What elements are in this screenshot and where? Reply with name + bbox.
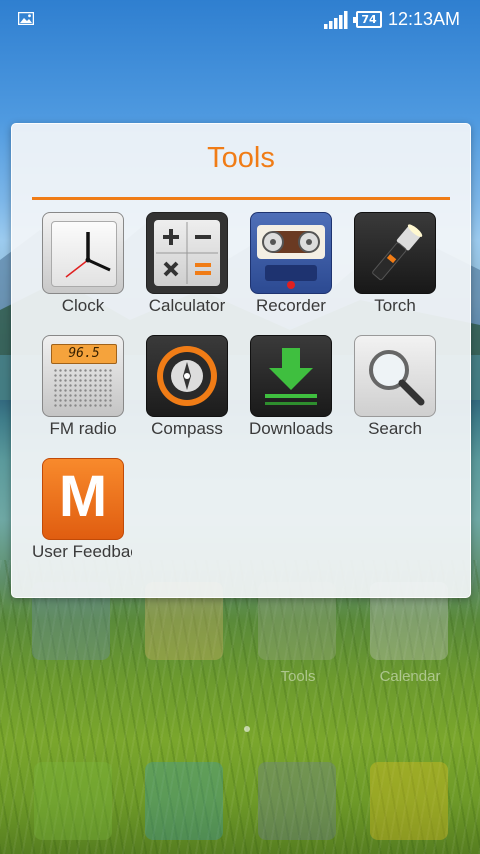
page-indicator-dot xyxy=(244,726,250,732)
fm-frequency-display: 96.5 xyxy=(51,344,117,364)
app-compass[interactable]: Compass xyxy=(135,335,239,450)
gallery-notification-icon xyxy=(18,12,34,25)
feedback-m-glyph: M xyxy=(58,464,108,529)
status-time: 12:13AM xyxy=(388,9,461,29)
app-label: Search xyxy=(368,419,422,438)
app-search[interactable]: Search xyxy=(343,335,447,450)
app-label: Torch xyxy=(374,296,416,315)
search-icon xyxy=(354,335,436,417)
ghost-phone-icon xyxy=(34,762,112,840)
ghost-calendar-label: Calendar xyxy=(379,668,441,685)
app-label: FM radio xyxy=(49,419,117,438)
ghost-browser-icon xyxy=(258,762,336,840)
app-label: Calculator xyxy=(148,296,226,315)
app-fm-radio[interactable]: 96.5 FM radio xyxy=(31,335,135,450)
app-label: Downloads xyxy=(248,419,334,438)
compass-icon xyxy=(146,335,228,417)
ghost-contacts-icon xyxy=(145,762,223,840)
ghost-tools-label: Tools xyxy=(280,668,316,685)
app-clock[interactable]: Clock xyxy=(31,212,135,327)
fm-radio-icon: 96.5 xyxy=(42,335,124,417)
folder-title[interactable]: Tools xyxy=(12,142,470,175)
app-recorder[interactable]: Recorder xyxy=(239,212,343,327)
ghost-messaging-icon xyxy=(370,762,448,840)
torch-icon xyxy=(354,212,436,294)
app-label: Recorder xyxy=(256,296,326,315)
app-label: Clock xyxy=(61,296,105,315)
app-user-feedback[interactable]: M User Feedbac xyxy=(31,458,135,573)
tools-folder-panel: Tools Clock Calculator Recorder Torch 96… xyxy=(11,123,471,598)
calculator-icon xyxy=(146,212,228,294)
user-feedback-icon: M xyxy=(42,458,124,540)
app-label: Compass xyxy=(151,419,223,438)
signal-strength-icon xyxy=(324,11,348,29)
folder-title-divider xyxy=(32,197,450,200)
app-calculator[interactable]: Calculator xyxy=(135,212,239,327)
status-bar: 74 12:13AM xyxy=(0,0,480,40)
recorder-icon xyxy=(250,212,332,294)
app-downloads[interactable]: Downloads xyxy=(239,335,343,450)
clock-icon xyxy=(42,212,124,294)
battery-icon: 74 xyxy=(353,11,382,28)
app-label: User Feedbac xyxy=(32,542,132,561)
downloads-icon xyxy=(250,335,332,417)
app-torch[interactable]: Torch xyxy=(343,212,447,327)
speaker-grill xyxy=(53,368,113,408)
